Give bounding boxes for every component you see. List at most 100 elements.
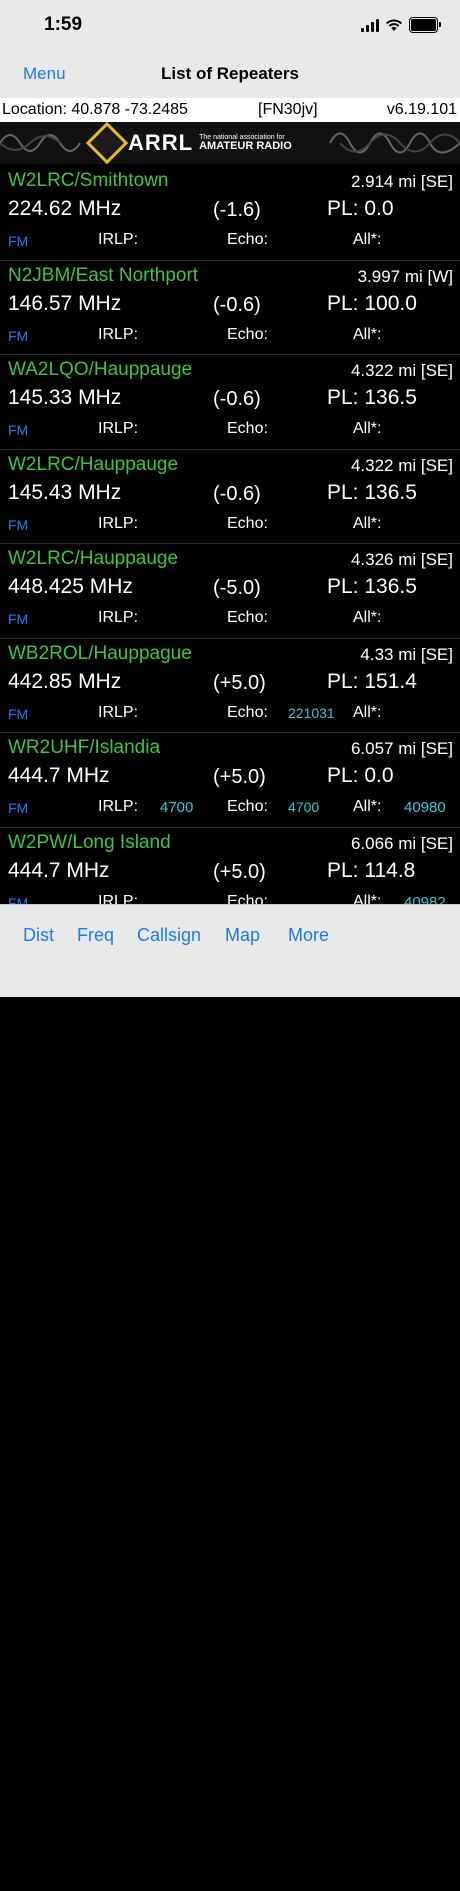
repeater-offset: (-0.6) [213, 388, 261, 410]
repeater-pl-tone: PL: 0.0 [327, 197, 394, 220]
repeater-pl-tone: PL: 136.5 [327, 386, 417, 409]
repeater-distance: 4.33 mi [SE] [360, 644, 453, 664]
repeater-pl-tone: PL: 100.0 [327, 291, 417, 315]
repeater-pl-tone: PL: 136.5 [327, 480, 417, 504]
repeater-callsign: WA2LQO/Hauppauge [8, 359, 193, 380]
allstar-label: All*: [353, 609, 382, 626]
repeater-offset: (+5.0) [213, 671, 266, 694]
arrl-logo-text: ARRL [128, 130, 194, 155]
allstar-label: All*: [353, 892, 382, 905]
echolink-node: 4700 [288, 799, 320, 815]
echolink-label: Echo: [227, 892, 268, 905]
allstar-label: All*: [353, 798, 382, 815]
allstar-label: All*: [353, 231, 382, 248]
repeater-pl-tone: PL: 151.4 [327, 669, 417, 693]
repeater-frequency: 444.7 MHz [8, 858, 110, 882]
irlp-label: IRLP: [98, 231, 139, 248]
repeater-distance: 3.997 mi [W] [357, 266, 453, 286]
repeater-mode: FM [8, 327, 29, 344]
echolink-label: Echo: [227, 325, 268, 343]
allstar-node: 40982 [404, 893, 446, 905]
repeater-frequency: 444.7 MHz [8, 764, 110, 787]
repeater-distance: 4.322 mi [SE] [350, 361, 453, 380]
page-title: List of Repeaters [161, 64, 299, 83]
status-icons [361, 14, 441, 36]
repeater-row[interactable]: W2LRC/Hauppauge 4.326 mi [SE] 448.425 MHz (… [0, 544, 460, 639]
home-indicator [148, 1886, 312, 1891]
repeater-row[interactable]: W2LRC/Smithtown 2.914 mi [SE] 224.62 MHz (-… [0, 166, 460, 261]
repeater-row[interactable]: WR2UHF/Islandia 6.057 mi [SE] 444.7 MHz (+5… [0, 733, 460, 828]
tab-more[interactable]: More [288, 925, 329, 946]
repeater-row[interactable]: WB2ROL/Hauppague 4.33 mi [SE] 442.85 MHz (+… [0, 639, 460, 733]
irlp-label: IRLP: [98, 609, 139, 626]
irlp-node: 4700 [160, 799, 194, 816]
repeater-mode: FM [8, 894, 29, 905]
repeater-callsign: W2PW/Long Island [8, 831, 171, 853]
repeater-frequency: 146.57 MHz [8, 291, 122, 315]
repeater-callsign: W2LRC/Hauppauge [8, 548, 179, 569]
repeater-distance: 2.914 mi [SE] [350, 172, 453, 191]
arrl-banner[interactable]: ARRL The national association for AMATEU… [0, 122, 460, 164]
allstar-label: All*: [353, 325, 382, 343]
repeater-mode: FM [8, 233, 29, 249]
navigation-bar: Menu List of Repeaters [0, 50, 460, 99]
tab-bar: Dist Freq Callsign Map More [0, 904, 460, 1891]
repeater-mode: FM [8, 705, 29, 722]
repeater-offset: (-0.6) [213, 293, 261, 316]
status-time: 1:59 [44, 14, 83, 35]
repeater-offset: (-0.6) [213, 482, 261, 505]
repeater-offset: (-5.0) [213, 577, 261, 599]
grid-square: [FN30jv] [258, 101, 318, 118]
repeater-mode: FM [8, 516, 29, 533]
allstar-label: All*: [353, 420, 382, 437]
repeater-distance: 6.066 mi [SE] [350, 833, 453, 853]
repeater-row[interactable]: WA2LQO/Hauppauge 4.322 mi [SE] 145.33 MHz (… [0, 355, 460, 450]
arrl-tagline: The national association for AMATEUR RAD… [199, 134, 292, 152]
repeater-frequency: 448.425 MHz [8, 575, 133, 598]
repeater-mode: FM [8, 422, 29, 438]
repeater-row[interactable]: W2LRC/Hauppauge 4.322 mi [SE] 145.43 MHz (-… [0, 450, 460, 544]
repeater-offset: (-1.6) [213, 199, 261, 221]
repeater-callsign: WR2UHF/Islandia [8, 737, 161, 758]
echolink-label: Echo: [227, 420, 268, 437]
status-bar: 1:59 [0, 0, 460, 50]
repeater-distance: 4.326 mi [SE] [350, 550, 453, 569]
allstar-node: 40980 [404, 799, 446, 816]
repeater-list[interactable]: W2LRC/Smithtown 2.914 mi [SE] 224.62 MHz (-… [0, 166, 460, 904]
irlp-label: IRLP: [98, 514, 139, 532]
repeater-frequency: 145.33 MHz [8, 386, 122, 409]
tab-freq[interactable]: Freq [77, 925, 114, 946]
echolink-label: Echo: [227, 514, 268, 532]
repeater-row[interactable]: W2PW/Long Island 6.066 mi [SE] 444.7 MHz (+… [0, 828, 460, 905]
repeater-row[interactable]: N2JBM/East Northport 3.997 mi [W] 146.57 M… [0, 261, 460, 355]
echolink-label: Echo: [227, 231, 268, 248]
repeater-mode: FM [8, 611, 29, 627]
irlp-label: IRLP: [98, 420, 139, 437]
echolink-node: 221031 [288, 704, 335, 721]
echolink-label: Echo: [227, 703, 268, 721]
repeater-offset: (+5.0) [213, 766, 266, 788]
irlp-label: IRLP: [98, 325, 139, 343]
tab-callsign[interactable]: Callsign [137, 925, 201, 946]
battery-icon [409, 17, 441, 33]
echolink-label: Echo: [227, 798, 268, 815]
repeater-pl-tone: PL: 114.8 [327, 858, 416, 882]
allstar-label: All*: [353, 514, 382, 532]
location-bar: Location: 40.878 -73.2485 [FN30jv] v6.19… [0, 98, 460, 122]
irlp-label: IRLP: [98, 798, 139, 815]
repeater-mode: FM [8, 800, 29, 816]
arrl-diamond-icon [85, 122, 129, 164]
irlp-label: IRLP: [98, 892, 139, 905]
repeater-frequency: 224.62 MHz [8, 197, 122, 220]
allstar-label: All*: [353, 703, 382, 721]
repeater-callsign: WB2ROL/Hauppague [8, 642, 192, 664]
repeater-pl-tone: PL: 0.0 [327, 764, 394, 787]
repeater-distance: 4.322 mi [SE] [350, 455, 453, 475]
tab-map[interactable]: Map [225, 925, 260, 946]
repeater-callsign: N2JBM/East Northport [8, 264, 199, 286]
repeater-frequency: 145.43 MHz [8, 480, 122, 504]
tab-dist[interactable]: Dist [23, 925, 54, 946]
echolink-label: Echo: [227, 609, 268, 626]
irlp-label: IRLP: [98, 703, 139, 721]
location-coordinates: Location: 40.878 -73.2485 [2, 101, 188, 118]
